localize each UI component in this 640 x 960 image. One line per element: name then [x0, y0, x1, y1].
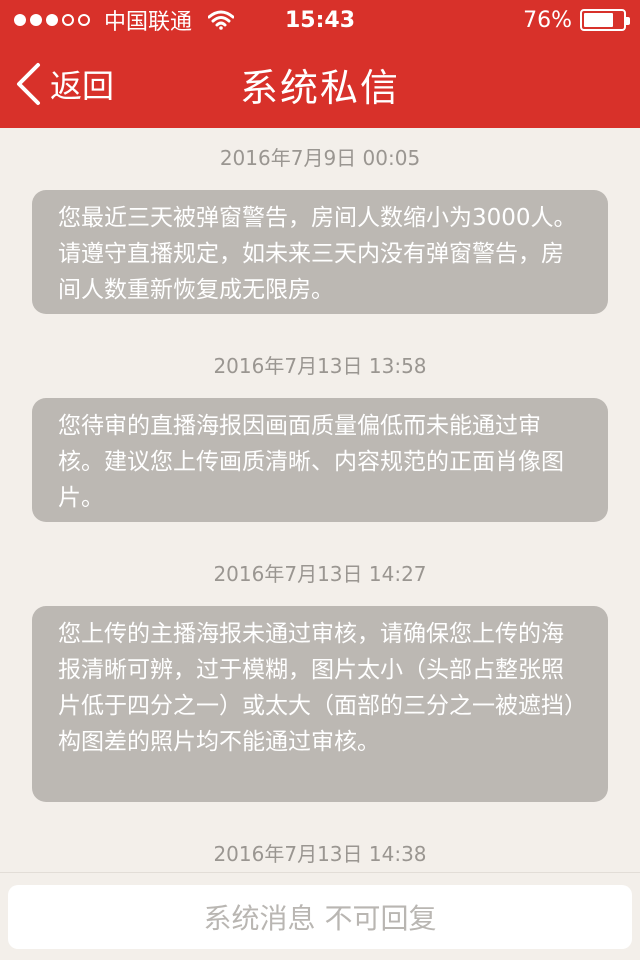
signal-strength-icon: [14, 14, 90, 26]
message-bubble: 您最近三天被弹窗警告，房间人数缩小为3000人。请遵守直播规定，如未来三天内没有…: [32, 190, 608, 314]
reply-input-disabled: 系统消息 不可回复: [8, 885, 632, 949]
message-item: 2016年7月13日 13:58 您待审的直播海报因画面质量偏低而未能通过审核。…: [0, 352, 640, 522]
battery-level-fill: [584, 13, 613, 27]
carrier-name: 中国联通: [104, 10, 193, 35]
status-left: 中国联通: [14, 4, 235, 36]
message-timestamp: 2016年7月13日 14:38: [213, 842, 427, 866]
status-right: 76%: [523, 7, 630, 33]
battery-icon: [580, 9, 630, 31]
signal-dot: [62, 14, 74, 26]
message-bubble: 您待审的直播海报因画面质量偏低而未能通过审核。建议您上传画质清晰、内容规范的正面…: [32, 398, 608, 522]
message-timestamp: 2016年7月13日 13:58: [213, 354, 427, 378]
back-button[interactable]: 返回: [14, 58, 114, 110]
message-timestamp: 2016年7月13日 14:27: [213, 562, 427, 586]
message-timestamp: 2016年7月9日 00:05: [219, 146, 421, 170]
message-list[interactable]: 2016年7月9日 00:05 您最近三天被弹窗警告，房间人数缩小为3000人。…: [0, 128, 640, 872]
battery-percent: 76%: [523, 7, 572, 33]
message-bubble: 您上传的主播海报未通过审核，请确保您上传的海报清晰可辨，过于模糊，图片太小（头部…: [32, 606, 608, 802]
chevron-left-icon: [17, 63, 40, 105]
reply-bar: 系统消息 不可回复: [0, 872, 640, 960]
signal-dot: [78, 14, 90, 26]
wifi-icon: [208, 10, 235, 30]
nav-bar: 系统私信 返回: [0, 40, 640, 128]
app-header: 中国联通 15:43 76% 系统私信 返回: [0, 0, 640, 128]
signal-dot: [46, 14, 58, 26]
back-label: 返回: [50, 67, 115, 105]
message-item: 2016年7月9日 00:05 您最近三天被弹窗警告，房间人数缩小为3000人。…: [0, 144, 640, 314]
message-item: 2016年7月13日 14:38: [0, 840, 640, 868]
message-item: 2016年7月13日 14:27 您上传的主播海报未通过审核，请确保您上传的海报…: [0, 560, 640, 802]
signal-dot: [14, 14, 26, 26]
status-bar: 中国联通 15:43 76%: [0, 0, 640, 40]
signal-dot: [30, 14, 42, 26]
